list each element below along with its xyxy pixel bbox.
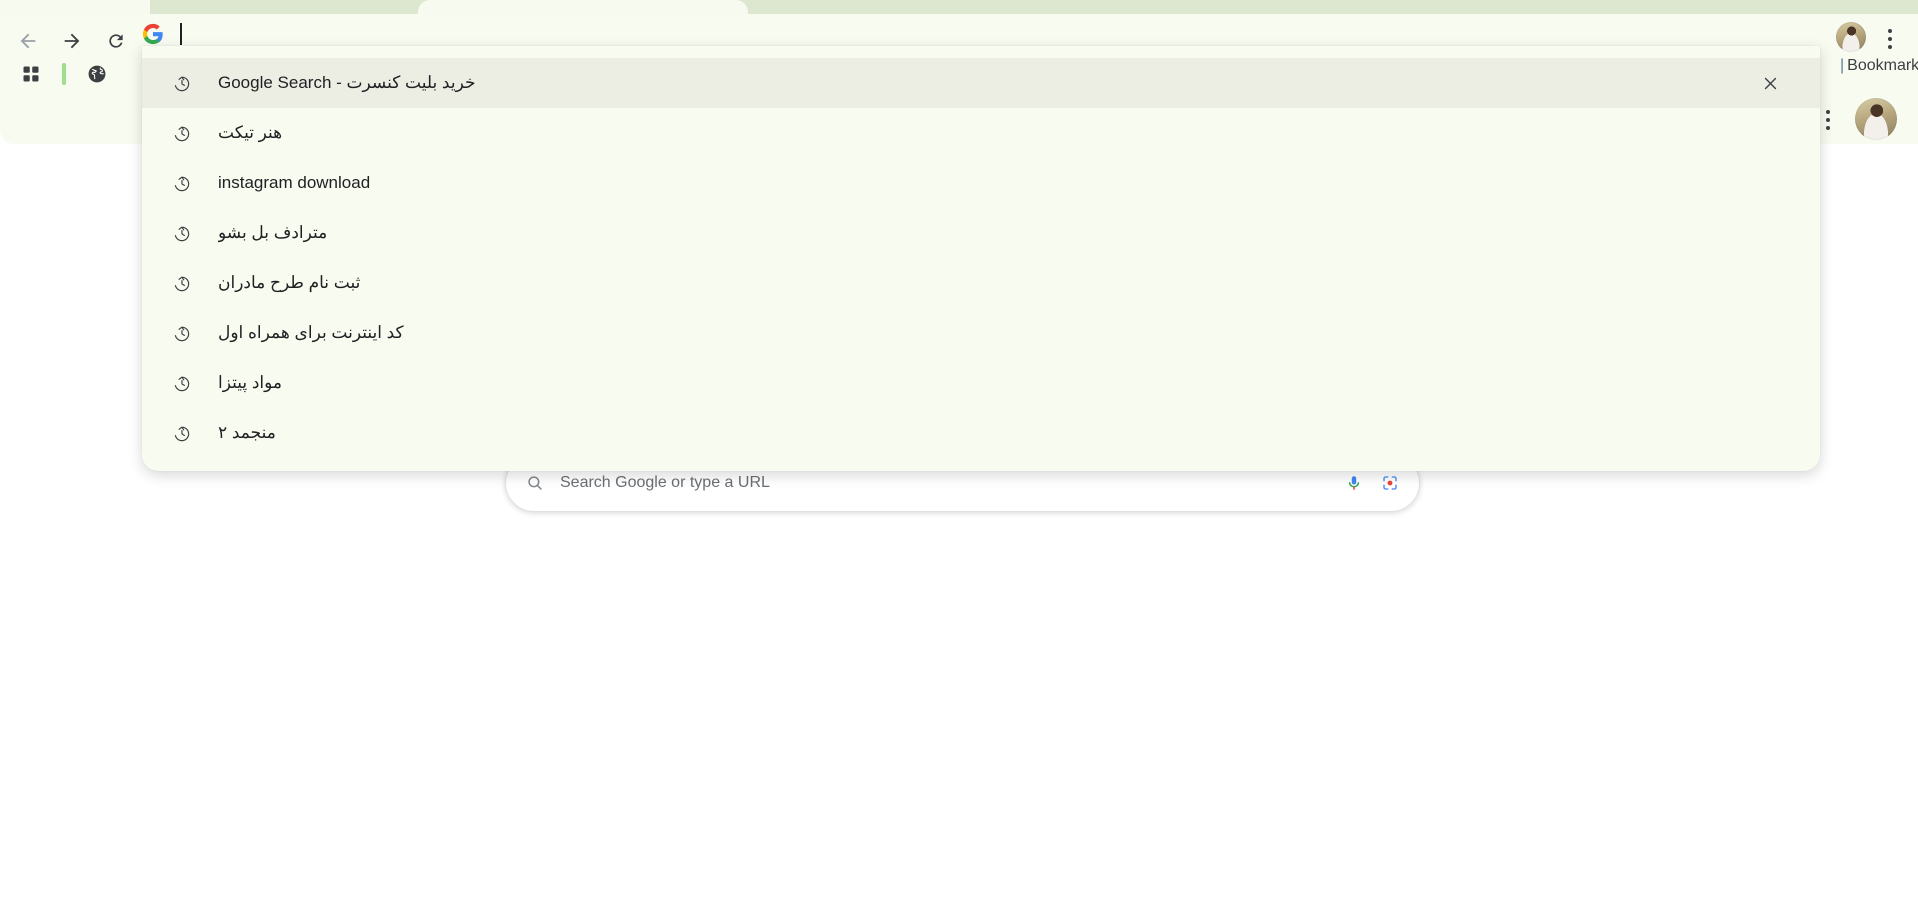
suggestion-row[interactable]: خرید بلیت کنسرت - Google Search bbox=[142, 58, 1820, 108]
history-clock-icon bbox=[174, 426, 189, 441]
remove-suggestion-button[interactable] bbox=[1756, 69, 1784, 97]
suggestion-row[interactable]: منجمد ۲ bbox=[142, 408, 1820, 458]
suggestion-type-icon bbox=[166, 68, 196, 98]
globe-icon bbox=[88, 65, 106, 83]
suggestion-text: ثبت نام طرح مادران bbox=[218, 273, 361, 292]
tab-strip-left-cap bbox=[0, 0, 150, 14]
close-icon bbox=[1764, 77, 1776, 89]
suggestion-type-icon bbox=[166, 218, 196, 248]
google-g-icon bbox=[142, 23, 163, 45]
page-search-actions bbox=[1345, 473, 1399, 493]
suggestion-type-icon bbox=[166, 318, 196, 348]
suggestion-text: instagram download bbox=[218, 173, 371, 192]
suggestion-type-icon bbox=[166, 168, 196, 198]
google-lens-icon[interactable] bbox=[1381, 474, 1399, 492]
arrow-left-icon bbox=[20, 33, 36, 49]
history-clock-icon bbox=[174, 376, 189, 391]
suggestion-type-icon bbox=[166, 368, 196, 398]
tab-strip bbox=[0, 0, 1918, 14]
suggestion-text: هنر تیکت bbox=[218, 123, 283, 142]
suggestion-text: خرید بلیت کنسرت - Google Search bbox=[218, 73, 476, 92]
reload-icon bbox=[109, 34, 123, 48]
suggestion-text: کد اینترنت برای همراه اول bbox=[218, 323, 404, 342]
arrow-right-icon bbox=[64, 33, 80, 49]
suggestion-row[interactable]: مترادف بل بشو bbox=[142, 208, 1820, 258]
suggestion-type-icon bbox=[166, 268, 196, 298]
browser-window: Search Google or type a URL خرید بلیت کن… bbox=[0, 0, 1918, 918]
apps-grid-icon bbox=[23, 66, 39, 82]
suggestion-text: منجمد ۲ bbox=[218, 423, 276, 442]
apps-grid-button[interactable] bbox=[14, 57, 48, 91]
browser-tab[interactable] bbox=[418, 0, 748, 14]
page-avatar[interactable] bbox=[1855, 98, 1897, 140]
bookmarks-separator: | bbox=[1840, 57, 1845, 74]
suggestion-row[interactable]: کد اینترنت برای همراه اول bbox=[142, 308, 1820, 358]
suggestion-row[interactable]: ثبت نام طرح مادران bbox=[142, 258, 1820, 308]
omnibox-input[interactable] bbox=[178, 19, 1824, 49]
suggestion-text: مترادف بل بشو bbox=[218, 223, 328, 242]
suggestion-type-icon bbox=[166, 118, 196, 148]
history-clock-icon bbox=[174, 126, 189, 141]
page-search-placeholder: Search Google or type a URL bbox=[560, 474, 770, 491]
suggestion-list: خرید بلیت کنسرت - Google Search هنر تیکت i… bbox=[142, 58, 1820, 458]
bookmarks-label-text: Bookmarks bbox=[1847, 57, 1918, 74]
bookmarks-divider bbox=[62, 63, 66, 85]
suggestion-row[interactable]: مواد پیتزا bbox=[142, 358, 1820, 408]
suggestion-row[interactable]: هنر تیکت bbox=[142, 108, 1820, 158]
bookmarks-label: |Bookmarks bbox=[1840, 57, 1918, 75]
history-clock-icon bbox=[174, 76, 189, 91]
microphone-icon[interactable] bbox=[1345, 473, 1363, 493]
suggestion-row[interactable]: instagram download bbox=[142, 158, 1820, 208]
history-clock-icon bbox=[174, 226, 189, 241]
profile-avatar[interactable] bbox=[1836, 22, 1866, 52]
suggestion-type-icon bbox=[166, 418, 196, 448]
globe-bookmark-button[interactable] bbox=[80, 57, 114, 91]
chrome-menu-button[interactable] bbox=[1880, 29, 1900, 49]
suggestion-text: مواد پیتزا bbox=[218, 373, 282, 392]
history-clock-icon bbox=[174, 276, 189, 291]
omnibox-autocomplete-dropdown: خرید بلیت کنسرت - Google Search هنر تیکت i… bbox=[142, 46, 1820, 471]
page-overflow-menu-button[interactable] bbox=[1818, 110, 1838, 130]
history-clock-icon bbox=[174, 326, 189, 341]
history-clock-icon bbox=[174, 176, 189, 191]
text-caret bbox=[180, 23, 182, 45]
search-icon bbox=[528, 476, 542, 490]
